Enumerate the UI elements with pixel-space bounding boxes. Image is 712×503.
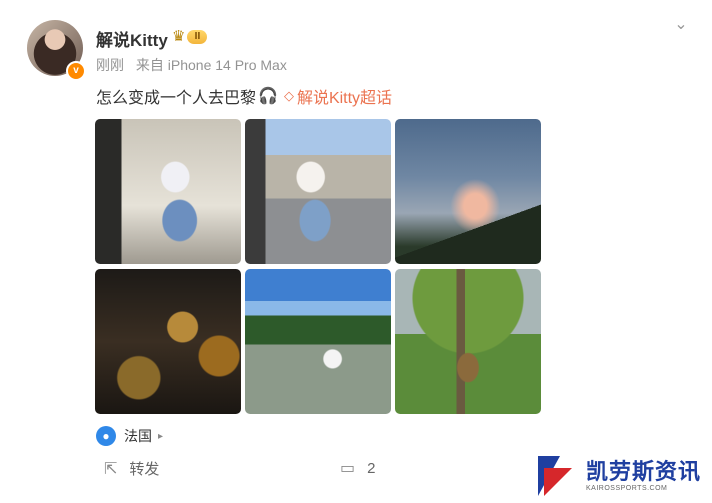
watermark-en: KAIROSSPORTS.COM [586,485,668,492]
forward-label: 转发 [129,461,160,478]
vip-badge[interactable]: ♛ II [172,28,208,46]
post-text: 怎么变成一个人去巴黎 🎧 ◇ 解说Kitty超话 [96,84,392,108]
username[interactable]: 解说Kitty [96,26,168,51]
post-content: 怎么变成一个人去巴黎 [96,90,257,107]
location-label: 法国 [124,428,152,444]
forward-button[interactable]: ⇱ 转发 [104,458,159,479]
comment-icon: ▭ [340,460,356,477]
photo-2[interactable] [245,119,391,264]
post-time[interactable]: 刚刚 [96,57,124,73]
chevron-right-icon: ▸ [158,430,164,442]
photo-3[interactable] [395,119,541,264]
comment-button[interactable]: ▭ 2 [340,458,375,478]
watermark-text: 凯劳斯资讯 KAIROSSPORTS.COM [586,459,701,492]
verified-badge: v [66,61,86,81]
chevron-down-icon[interactable]: ⌄ [672,14,690,33]
post-source: 来自 iPhone 14 Pro Max [135,57,287,73]
topic-link-label: 解说Kitty超话 [296,90,393,107]
diamond-icon: ◇ [283,88,294,103]
weibo-post-card: v 解说Kitty ♛ II 刚刚 来自 iPhone 14 Pro Max ⌄… [0,0,712,503]
location-tag[interactable]: ● 法国 ▸ [96,426,163,446]
comment-count: 2 [367,459,376,477]
watermark-logo [538,455,578,496]
vip-level: II [187,30,208,44]
photo-5[interactable] [245,269,391,414]
crown-icon: ♛ [172,28,186,45]
headphone-icon: 🎧 [258,88,278,105]
photo-grid [95,119,542,415]
photo-1[interactable] [95,119,241,264]
location-pin-icon: ● [96,426,116,446]
watermark-cn: 凯劳斯资讯 [586,459,702,484]
photo-6[interactable] [395,269,541,414]
watermark: 凯劳斯资讯 KAIROSSPORTS.COM [512,448,712,503]
photo-4[interactable] [95,269,241,414]
forward-icon: ⇱ [104,460,118,478]
post-meta: 刚刚 来自 iPhone 14 Pro Max [96,55,287,75]
topic-link[interactable]: ◇ 解说Kitty超话 [284,84,392,108]
